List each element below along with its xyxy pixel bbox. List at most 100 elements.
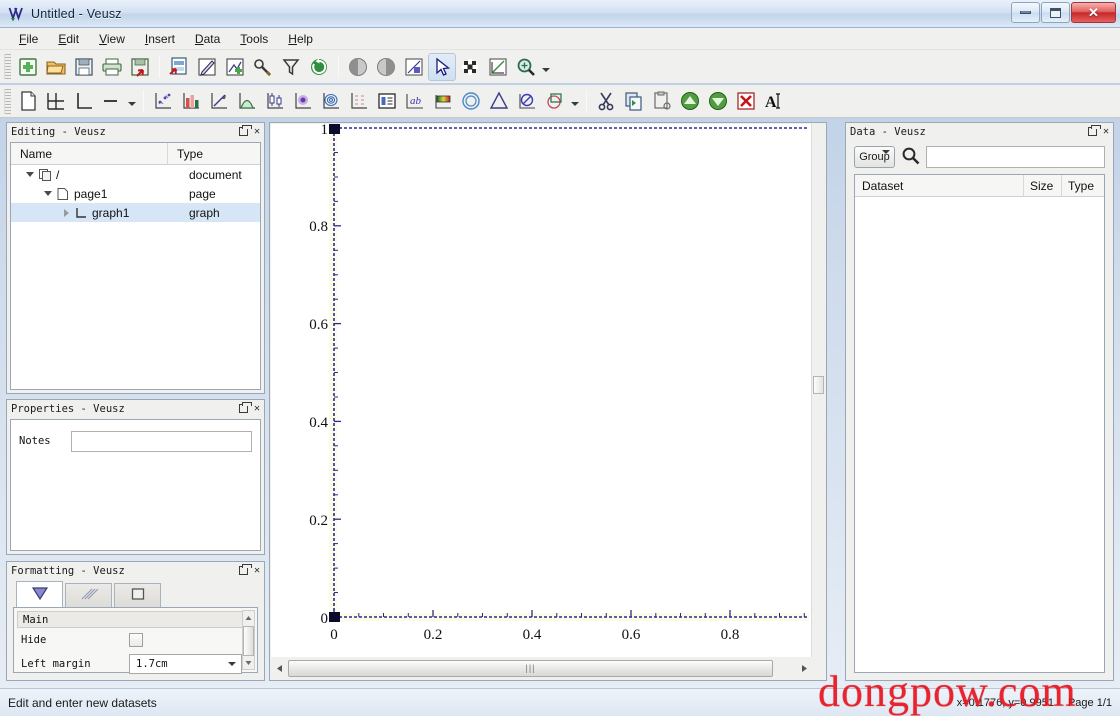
cut-icon[interactable] bbox=[592, 87, 620, 115]
rename-icon[interactable]: A bbox=[760, 87, 788, 115]
column-header-dataset[interactable]: Dataset bbox=[855, 174, 1024, 197]
plot-vscrollbar-thumb[interactable] bbox=[813, 376, 824, 394]
add-function-icon[interactable] bbox=[205, 87, 233, 115]
data-panel-float-button[interactable] bbox=[1085, 125, 1101, 139]
menu-file[interactable]: File bbox=[10, 29, 47, 49]
select-pointer-icon[interactable] bbox=[428, 52, 456, 81]
scroll-up-icon[interactable] bbox=[245, 611, 252, 624]
add-graph-icon[interactable] bbox=[42, 87, 70, 115]
column-header-type[interactable]: Type bbox=[1062, 175, 1104, 197]
open-document-icon[interactable] bbox=[42, 53, 70, 81]
add-boxplot-icon[interactable] bbox=[261, 87, 289, 115]
scroll-left-icon[interactable] bbox=[271, 660, 288, 677]
print-icon[interactable] bbox=[98, 53, 126, 81]
minimize-button[interactable] bbox=[1011, 2, 1040, 23]
toolbar-handle[interactable] bbox=[4, 54, 11, 79]
move-up-icon[interactable] bbox=[676, 87, 704, 115]
add-ellipse-icon[interactable] bbox=[457, 87, 485, 115]
properties-panel-close-icon[interactable]: ✕ bbox=[250, 402, 264, 416]
toolbar-handle[interactable] bbox=[4, 88, 11, 114]
save-document-icon[interactable] bbox=[70, 53, 98, 81]
add-vectorfield-icon[interactable] bbox=[345, 87, 373, 115]
tree-row[interactable]: page1 page bbox=[11, 184, 260, 203]
chevron-down-icon[interactable] bbox=[882, 150, 890, 166]
dataset-list[interactable]: Dataset Size Type bbox=[854, 174, 1105, 673]
delete-icon[interactable] bbox=[732, 87, 760, 115]
scroll-down-icon[interactable] bbox=[245, 656, 252, 669]
add-xy-plot-icon[interactable] bbox=[149, 87, 177, 115]
maximize-button[interactable] bbox=[1041, 2, 1070, 23]
chevron-down-icon[interactable] bbox=[223, 656, 240, 672]
add-line-icon[interactable] bbox=[98, 87, 126, 115]
add-shape-icon[interactable] bbox=[541, 87, 569, 115]
tree-row[interactable]: / document bbox=[11, 165, 260, 184]
add-axis-icon[interactable] bbox=[70, 87, 98, 115]
group-combo[interactable]: Group bbox=[854, 146, 895, 168]
add-shape-dropdown-chevron-icon[interactable] bbox=[569, 87, 581, 115]
plot-view[interactable]: 1 0.8 0.6 0.4 0.2 0 0 0.2 0.4 0.6 0.8 ||… bbox=[269, 122, 827, 681]
menu-help[interactable]: Help bbox=[279, 29, 322, 49]
prev-page-icon[interactable] bbox=[344, 53, 372, 81]
scrollbar-thumb[interactable] bbox=[243, 626, 254, 656]
expander-down-icon[interactable] bbox=[23, 168, 37, 182]
column-header-name[interactable]: Name bbox=[11, 143, 168, 165]
capture-data-icon[interactable] bbox=[249, 53, 277, 81]
create-dataset-icon[interactable] bbox=[221, 53, 249, 81]
menu-edit[interactable]: Edit bbox=[49, 29, 88, 49]
dataset-search-input[interactable] bbox=[926, 146, 1105, 168]
export-icon[interactable] bbox=[126, 53, 154, 81]
expander-right-icon[interactable] bbox=[59, 206, 73, 220]
add-line-dropdown-chevron-icon[interactable] bbox=[126, 87, 138, 115]
tree-row[interactable]: graph1 graph bbox=[11, 203, 260, 222]
formatting-panel-float-button[interactable] bbox=[236, 564, 252, 578]
editing-panel-close-icon[interactable]: ✕ bbox=[250, 125, 264, 139]
add-contour-icon[interactable] bbox=[317, 87, 345, 115]
import-data-icon[interactable] bbox=[165, 53, 193, 81]
add-bar-icon[interactable] bbox=[177, 87, 205, 115]
formatting-panel-close-icon[interactable]: ✕ bbox=[250, 564, 264, 578]
editing-tree[interactable]: Name Type / document page1 page graph1 g… bbox=[10, 142, 261, 390]
filter-data-icon[interactable] bbox=[277, 53, 305, 81]
plot-canvas[interactable]: 1 0.8 0.6 0.4 0.2 0 0 0.2 0.4 0.6 0.8 bbox=[271, 124, 812, 657]
edit-data-icon[interactable] bbox=[193, 53, 221, 81]
tab-background[interactable] bbox=[65, 583, 112, 607]
tab-main[interactable] bbox=[16, 581, 63, 607]
copy-icon[interactable] bbox=[620, 87, 648, 115]
add-image-icon[interactable] bbox=[289, 87, 317, 115]
menu-tools[interactable]: Tools bbox=[231, 29, 277, 49]
left-margin-combo[interactable]: 1.7cm bbox=[129, 654, 242, 674]
add-label-icon[interactable]: ab bbox=[401, 87, 429, 115]
move-down-icon[interactable] bbox=[704, 87, 732, 115]
add-page-icon[interactable] bbox=[14, 87, 42, 115]
menu-view[interactable]: View bbox=[90, 29, 134, 49]
add-key-icon[interactable] bbox=[373, 87, 401, 115]
new-document-icon[interactable] bbox=[14, 53, 42, 81]
column-header-type[interactable]: Type bbox=[168, 143, 260, 165]
notes-input[interactable] bbox=[71, 430, 252, 452]
menu-data[interactable]: Data bbox=[186, 29, 229, 49]
add-polygon-icon[interactable] bbox=[485, 87, 513, 115]
close-button[interactable]: ✕ bbox=[1071, 2, 1116, 23]
add-colorbar-icon[interactable] bbox=[429, 87, 457, 115]
plot-vertical-scrollbar[interactable] bbox=[811, 124, 825, 657]
hide-checkbox[interactable] bbox=[129, 633, 143, 647]
zoom-fit-icon[interactable] bbox=[400, 53, 428, 81]
zoom-graph-icon[interactable] bbox=[484, 53, 512, 81]
search-icon[interactable] bbox=[901, 146, 920, 168]
expander-down-icon[interactable] bbox=[41, 187, 55, 201]
zoom-magnifier-icon[interactable] bbox=[512, 53, 540, 81]
tab-border[interactable] bbox=[114, 583, 161, 607]
plot-hscrollbar-track[interactable]: ||| bbox=[288, 659, 795, 677]
graph-svg[interactable]: 1 0.8 0.6 0.4 0.2 0 0 0.2 0.4 0.6 0.8 bbox=[271, 124, 812, 657]
next-page-icon[interactable] bbox=[372, 53, 400, 81]
column-header-size[interactable]: Size bbox=[1024, 174, 1062, 197]
zoom-grid-icon[interactable] bbox=[456, 53, 484, 81]
reload-data-icon[interactable] bbox=[305, 53, 333, 81]
editing-panel-float-button[interactable] bbox=[236, 125, 252, 139]
plot-hscrollbar-thumb[interactable]: ||| bbox=[288, 659, 773, 677]
properties-panel-float-button[interactable] bbox=[236, 402, 252, 416]
plot-horizontal-scrollbar[interactable]: ||| bbox=[271, 657, 812, 679]
menu-insert[interactable]: Insert bbox=[136, 29, 184, 49]
paste-icon[interactable] bbox=[648, 87, 676, 115]
add-fit-icon[interactable] bbox=[233, 87, 261, 115]
